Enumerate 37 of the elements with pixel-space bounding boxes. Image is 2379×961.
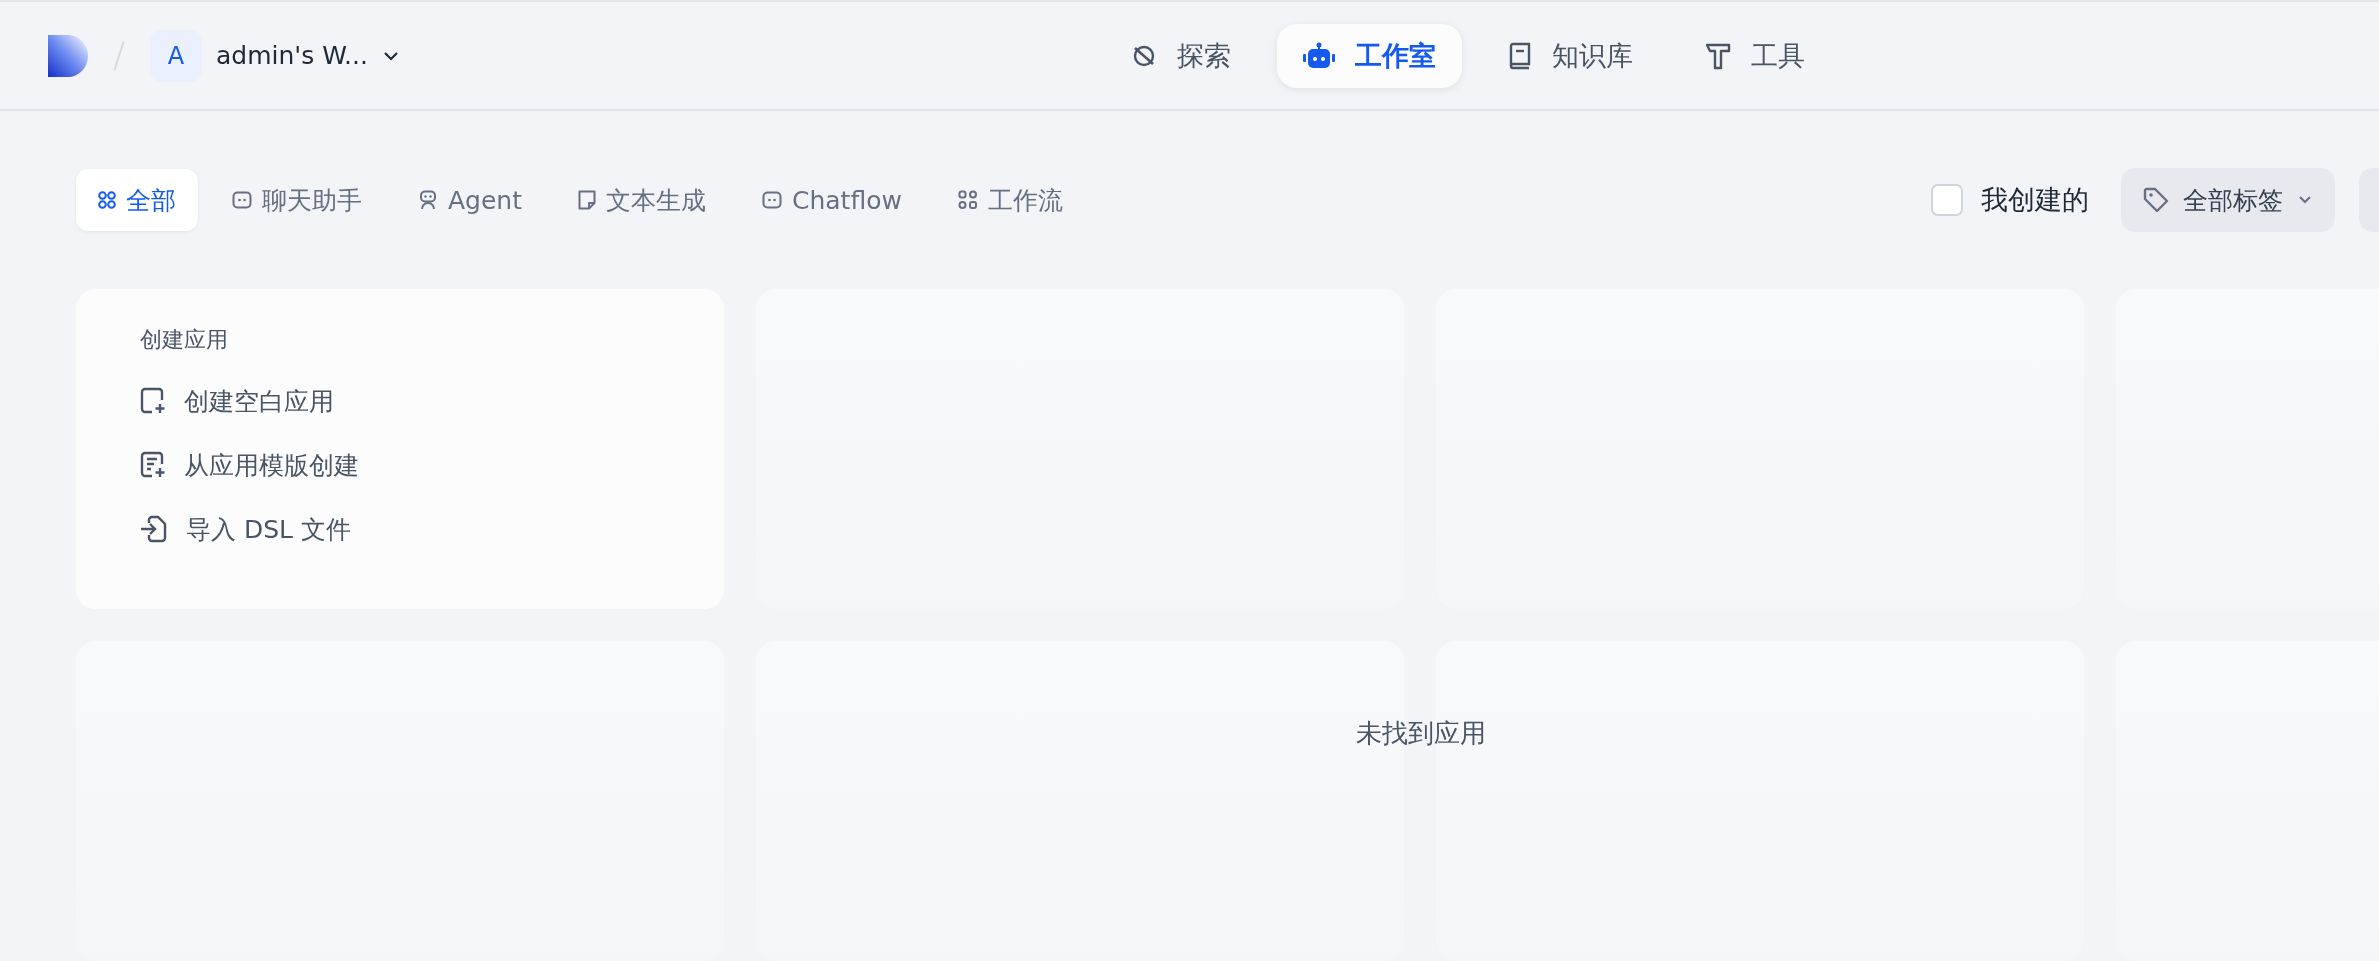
checkbox[interactable] xyxy=(1931,184,1963,216)
nav-tab[interactable]: 工具 xyxy=(1678,23,1831,88)
filter-tab[interactable]: 聊天助手 xyxy=(210,169,384,231)
filter-tab[interactable]: 文本生成 xyxy=(556,169,728,231)
create-option[interactable]: 从应用模版创建 xyxy=(140,441,359,489)
chat-icon xyxy=(762,191,782,209)
chevron-down-icon xyxy=(381,49,400,62)
card-title: 创建应用 xyxy=(140,326,228,354)
grid-icon xyxy=(98,191,116,209)
filter-tab[interactable]: 全部 xyxy=(76,169,198,231)
empty-message: 未找到应用 xyxy=(1356,717,1486,750)
workspace-avatar: A xyxy=(150,29,202,82)
tag-icon xyxy=(2143,187,2169,213)
note-icon xyxy=(578,190,596,210)
document-plus-icon xyxy=(140,451,166,479)
hammer-icon xyxy=(1704,41,1731,70)
robot-icon xyxy=(418,190,438,210)
book-icon xyxy=(1507,41,1532,70)
nodes-icon xyxy=(957,190,978,210)
nav-tab[interactable]: 工作室 xyxy=(1276,23,1462,88)
robot-icon xyxy=(1302,41,1335,70)
nav-tab[interactable]: 探索 xyxy=(1104,23,1257,88)
logo-icon[interactable] xyxy=(48,34,88,77)
workspace-selector[interactable]: A admin's W... xyxy=(150,29,400,82)
create-option[interactable]: 创建空白应用 xyxy=(140,377,334,425)
created-by-me-checkbox[interactable]: 我创建的 xyxy=(1931,182,2089,218)
chat-icon xyxy=(232,191,252,209)
file-plus-icon xyxy=(140,387,166,415)
create-option[interactable]: 导入 DSL 文件 xyxy=(140,505,351,553)
filter-tab[interactable]: 工作流 xyxy=(935,169,1085,231)
filter-tab[interactable]: Agent xyxy=(396,169,544,231)
chevron-down-icon xyxy=(2297,194,2313,206)
nav-tab[interactable]: 知识库 xyxy=(1481,23,1659,88)
filter-tab[interactable]: Chatflow xyxy=(740,169,924,231)
tag-filter-dropdown[interactable]: 全部标签 xyxy=(2121,168,2335,232)
import-icon xyxy=(140,515,168,543)
workspace-name: admin's W... xyxy=(216,41,368,70)
